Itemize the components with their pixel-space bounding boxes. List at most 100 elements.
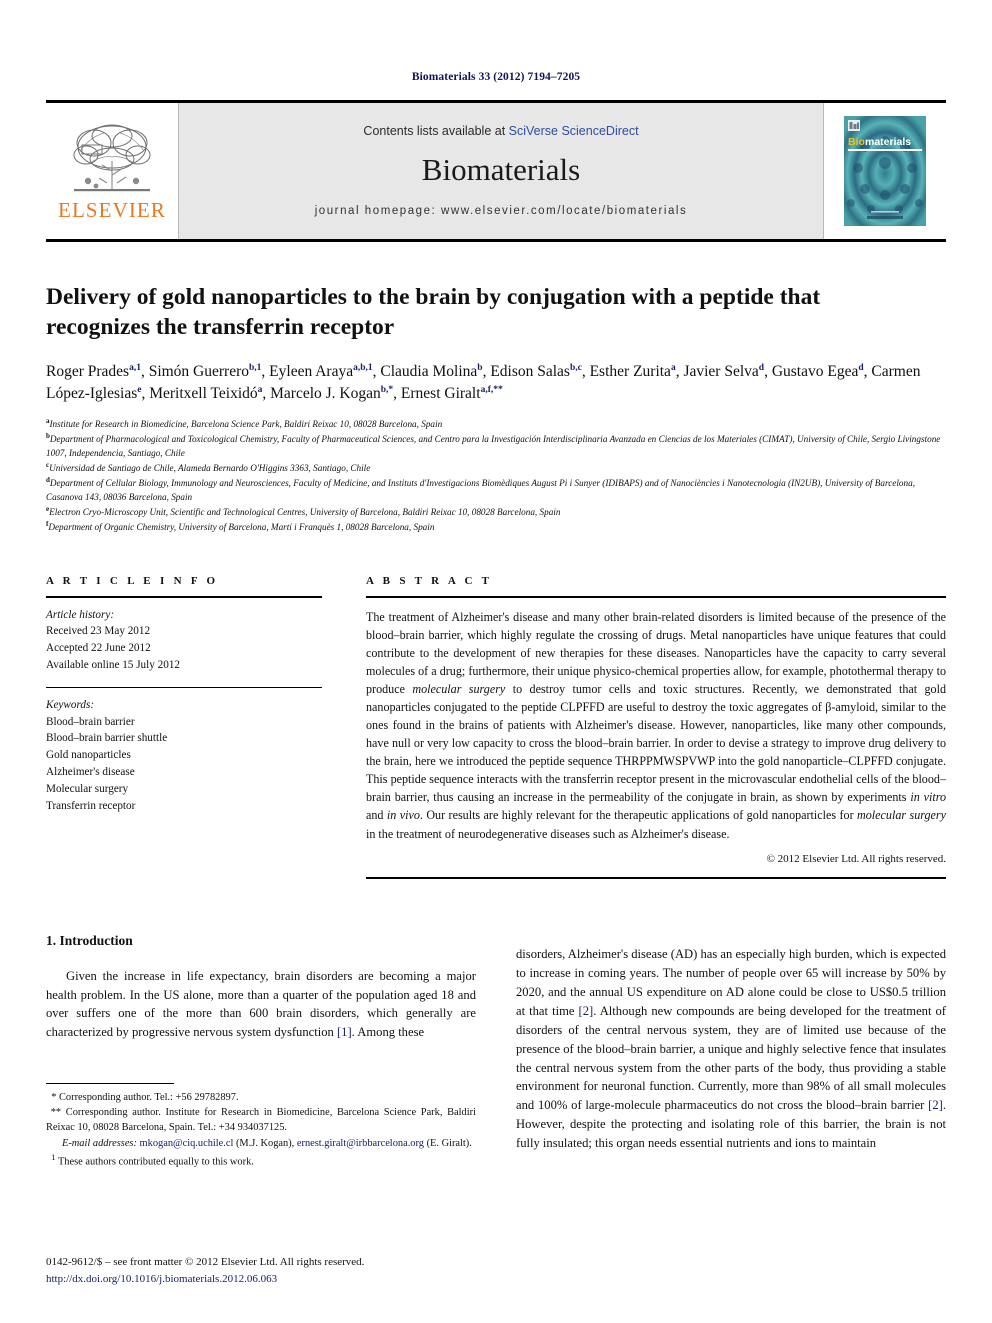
author-affiliation-marker: d (858, 362, 864, 373)
affiliation-item: aInstitute for Research in Biomedicine, … (46, 416, 946, 431)
author-name: Simón Guerrero (148, 362, 249, 380)
abstract-part: . Our results are highly relevant for th… (419, 808, 858, 823)
author-name: Ernest Giralt (400, 384, 481, 402)
intro-text: . Although new compounds are being devel… (516, 1003, 946, 1113)
keyword-item: Gold nanoparticles (46, 749, 131, 762)
footnotes-block: * Corresponding author. Tel.: +56 297828… (46, 1082, 476, 1170)
abstract-body: The treatment of Alzheimer's disease and… (366, 598, 946, 843)
body-columns: 1. Introduction Given the increase in li… (46, 932, 946, 1167)
author-affiliation-marker: b (477, 362, 483, 373)
email-link-giralt[interactable]: ernest.giralt@irbbarcelona.org (297, 1138, 424, 1149)
affiliation-text: Department of Organic Chemistry, Univers… (48, 522, 435, 533)
footnote-corresponding-1: * Corresponding author. Tel.: +56 297828… (46, 1090, 476, 1105)
page-title: Delivery of gold nanoparticles to the br… (46, 284, 821, 341)
body-column-right: disorders, Alzheimer's disease (AD) has … (516, 933, 946, 1166)
footnote-rule (46, 1082, 174, 1084)
author-affiliation-marker: b,c (569, 362, 582, 373)
colophon-issn-line: 0142-9612/$ – see front matter © 2012 El… (46, 1256, 365, 1269)
author-name: Eyleen Araya (269, 362, 354, 380)
email-label: E-mail addresses: (62, 1137, 137, 1149)
author-name: Gustavo Egea (771, 362, 859, 380)
elsevier-tree-icon (66, 121, 158, 199)
keywords-label: Keywords: (46, 698, 95, 711)
history-item: Accepted 22 June 2012 (46, 642, 151, 655)
citation-ref[interactable]: [2] (928, 1098, 943, 1112)
author-list: Roger Pradesa,1, Simón Guerrerob,1, Eyle… (46, 362, 921, 402)
footnote-equal-contribution: 1 These authors contributed equally to t… (46, 1151, 476, 1170)
author-affiliation-marker: b,* (380, 384, 394, 395)
affiliation-item: fDepartment of Organic Chemistry, Univer… (46, 519, 946, 534)
author-affiliation-marker: b,1 (249, 362, 262, 373)
svg-text:Bio: Bio (848, 136, 865, 148)
abstract-emphasis: molecular surgery (412, 681, 506, 696)
affiliation-text: Universidad de Santiago de Chile, Alamed… (49, 463, 371, 474)
publisher-logo-block: ELSEVIER (46, 103, 179, 239)
abstract-column: A B S T R A C T The treatment of Alzheim… (322, 575, 946, 879)
journal-masthead: ELSEVIER Contents lists available at Sci… (46, 100, 946, 242)
copyright-line: © 2012 Elsevier Ltd. All rights reserved… (766, 852, 946, 865)
author-affiliation-marker: a,f,** (480, 384, 503, 395)
colophon-doi-link[interactable]: http://dx.doi.org/10.1016/j.biomaterials… (46, 1271, 476, 1287)
affiliation-list: aInstitute for Research in Biomedicine, … (46, 416, 946, 535)
history-item: Received 23 May 2012 (46, 625, 151, 638)
author-name: Roger Prades (46, 362, 130, 380)
author-name: Javier Selva (683, 362, 759, 380)
author-affiliation-marker: d (758, 362, 765, 373)
abstract-part: to destroy tumor cells and toxic structu… (366, 681, 946, 805)
article-history: Article history: Received 23 May 2012 Ac… (46, 598, 322, 674)
citation-ref[interactable]: [2] (579, 1004, 594, 1018)
journal-cover-image: Bio materials (841, 113, 929, 229)
paper-page: Biomaterials 33 (2012) 7194–7205 ELSEVIE… (0, 0, 992, 1323)
author-affiliation-marker: a (257, 384, 263, 395)
footnote-text: Corresponding author. Institute for Rese… (46, 1106, 476, 1134)
author-name: Meritxell Teixidó (149, 384, 258, 402)
abstract-part: in the treatment of neurodegenerative di… (366, 826, 730, 841)
journal-band: Contents lists available at SciVerse Sci… (179, 103, 823, 239)
abstract-emphasis: in vivo (386, 808, 420, 823)
author-name: Claudia Molina (380, 362, 478, 380)
affiliation-item: cUniversidad de Santiago de Chile, Alame… (46, 460, 946, 475)
abstract-bottom-rule (366, 876, 946, 879)
affiliation-item: dDepartment of Cellular Biology, Immunol… (46, 475, 946, 504)
abstract-part: and (366, 808, 387, 823)
author-name: Edison Salas (490, 362, 570, 380)
footnote-text: These authors contributed equally to thi… (55, 1156, 254, 1168)
article-info-heading: A R T I C L E I N F O (46, 574, 219, 587)
author-name: Esther Zurita (589, 362, 671, 380)
author-affiliation-marker: a,b,1 (353, 362, 373, 373)
keyword-item: Alzheimer's disease (46, 766, 135, 778)
footnote-emails: E-mail addresses: mkogan@ciq.uchile.cl (… (46, 1136, 476, 1151)
abstract-heading: A B S T R A C T (366, 574, 493, 587)
email-link-kogan[interactable]: mkogan@ciq.uchile.cl (140, 1138, 234, 1149)
author-affiliation-marker: e (137, 384, 142, 395)
affiliation-text: Electron Cryo-Microscopy Unit, Scientifi… (49, 507, 561, 518)
body-column-left: 1. Introduction Given the increase in li… (46, 932, 476, 1167)
keyword-item: Blood–brain barrier (46, 715, 135, 728)
footnote-corresponding-2: ** Corresponding author. Institute for R… (46, 1105, 476, 1136)
citation-ref[interactable]: [1] (337, 1025, 352, 1039)
running-head: Biomaterials 33 (2012) 7194–7205 (411, 71, 581, 83)
svg-text:materials: materials (865, 136, 911, 148)
article-info-column: A R T I C L E I N F O Article history: R… (46, 575, 322, 879)
info-abstract-section: A R T I C L E I N F O Article history: R… (46, 575, 946, 879)
sciencedirect-link[interactable]: SciVerse ScienceDirect (509, 124, 639, 138)
keyword-item: Transferrin receptor (46, 799, 136, 812)
keywords-rule (46, 686, 322, 688)
author-name: Marcelo J. Kogan (270, 384, 381, 402)
author-affiliation-marker: a,1 (129, 362, 141, 373)
keywords-block: Keywords: Blood–brain barrier Blood–brai… (46, 697, 322, 815)
intro-paragraph-right: disorders, Alzheimer's disease (AD) has … (516, 945, 946, 1153)
abstract-emphasis: molecular surgery (857, 808, 946, 823)
footnote-marker: ** (50, 1106, 62, 1118)
journal-cover-block: Bio materials (823, 103, 946, 239)
journal-homepage[interactable]: journal homepage: www.elsevier.com/locat… (315, 205, 688, 217)
affiliation-item: bDepartment of Pharmacological and Toxic… (46, 431, 946, 460)
keyword-item: Molecular surgery (46, 782, 129, 795)
affiliation-text: Department of Cellular Biology, Immunolo… (46, 478, 915, 503)
email-owner: (M.J. Kogan), (233, 1137, 297, 1149)
intro-paragraph-left: Given the increase in life expectancy, b… (46, 967, 476, 1043)
section-heading-introduction: 1. Introduction (46, 932, 133, 948)
intro-text: . Among these (351, 1025, 425, 1040)
colophon: 0142-9612/$ – see front matter © 2012 El… (46, 1254, 476, 1287)
email-owner: (E. Giralt). (423, 1137, 472, 1149)
